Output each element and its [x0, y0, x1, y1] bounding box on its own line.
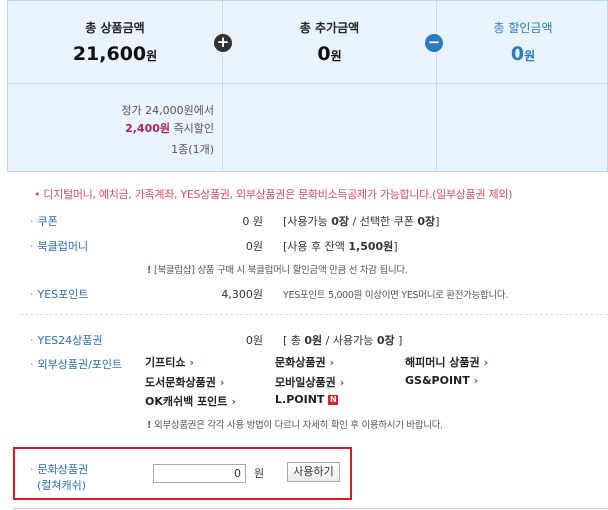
lpoint-link[interactable]: L.POINT N: [275, 393, 339, 406]
total-product-title: 총 상품금액: [85, 21, 145, 35]
summary-column-divider: [436, 83, 437, 172]
happy-money-link[interactable]: 해피머니 상품권 ›: [405, 354, 488, 370]
culture-voucher-label: 문화상품권: [30, 461, 89, 477]
yes-point-label[interactable]: YES포인트: [30, 286, 89, 302]
coupon-info: [사용가능 0장 / 선택한 쿠폰 0장]: [283, 215, 440, 228]
yes-point-amount: 4,300원: [221, 288, 263, 301]
gs-point-link[interactable]: GS&POINT ›: [405, 374, 478, 387]
bookclub-money-info: [사용 후 잔액 1,500원]: [283, 240, 398, 253]
culture-cash-label: (컬쳐캐쉬): [37, 479, 87, 492]
summary-divider: [8, 83, 607, 84]
yes-point-info: YES포인트 5,000원 이상이면 YES머니로 환전가능합니다.: [283, 290, 509, 301]
bottom-divider: [13, 508, 608, 509]
use-culture-voucher-button[interactable]: 사용하기: [287, 462, 340, 482]
book-culture-voucher-link[interactable]: 도서문화상품권 ›: [145, 374, 224, 390]
culture-voucher-link[interactable]: 문화상품권 ›: [275, 354, 334, 370]
ok-cashbag-link[interactable]: OK캐쉬백 포인트 ›: [145, 393, 236, 409]
bookclub-money-label[interactable]: 북클럽머니: [30, 238, 89, 254]
coupon-amount: 0 원: [242, 215, 263, 228]
giftishow-link[interactable]: 기프티쇼 ›: [145, 354, 194, 370]
total-extra-title: 총 추가금액: [299, 21, 360, 35]
culture-voucher-unit: 원: [254, 467, 265, 480]
external-voucher-label: 외부상품권/포인트: [30, 356, 123, 372]
chevron-right-icon: ›: [219, 376, 225, 389]
info-icon: !: [147, 420, 152, 431]
culture-voucher-amount-input[interactable]: [153, 464, 246, 483]
chevron-right-icon: ›: [329, 356, 335, 369]
chevron-right-icon: ›: [473, 374, 479, 387]
yes24-voucher-label[interactable]: YES24상품권: [30, 332, 103, 348]
chevron-right-icon: ›: [189, 356, 195, 369]
item-count-detail: 1종(1개): [171, 143, 214, 156]
external-voucher-note: ! 외부상품권은 각각 사용 방법이 다르니 자세히 확인 후 이용하시기 바랍니…: [147, 420, 443, 431]
total-extra-amount-column: 총 추가금액 0원: [222, 1, 436, 83]
bookclub-money-amount: 0원: [245, 240, 263, 253]
mobile-voucher-link[interactable]: 모바일상품권 ›: [275, 374, 344, 390]
total-product-value: 21,600원: [72, 43, 158, 65]
total-discount-amount-column: 총 할인금액 0원: [436, 1, 608, 83]
coupon-label[interactable]: 쿠폰: [30, 213, 58, 229]
chevron-right-icon: ›: [483, 356, 489, 369]
total-product-amount-column: 총 상품금액 21,600원: [8, 1, 222, 83]
bookclub-note: ! [북클럽샵] 상품 구매 시 북클럽머니 할인금액 만큼 선 차감 됩니다.: [147, 265, 408, 276]
section-divider: [20, 314, 608, 315]
instant-discount-detail: 2,400원 즉시할인: [125, 122, 214, 135]
order-summary-box: 총 상품금액 21,600원 총 추가금액 0원 총 할인금액 0원 + − 정…: [7, 0, 608, 172]
cultural-deduction-notice: • 디지털머니, 예치금, 가족계좌, YES상품권, 외부상품권은 문화비소득…: [34, 188, 513, 201]
info-icon: !: [147, 265, 152, 276]
yes24-voucher-amount: 0원: [245, 334, 263, 347]
total-discount-value: 0원: [510, 43, 536, 65]
summary-column-divider: [222, 83, 223, 172]
total-extra-value: 0원: [317, 43, 342, 65]
plus-icon: +: [214, 34, 232, 52]
total-discount-title: 총 할인금액: [493, 21, 553, 35]
minus-icon: −: [425, 34, 443, 52]
chevron-right-icon: ›: [339, 376, 345, 389]
yes24-voucher-info: [ 총 0원 / 사용가능 0장 ]: [283, 334, 403, 347]
chevron-right-icon: ›: [231, 395, 236, 408]
list-price-detail: 정가 24,000원에서: [121, 104, 214, 117]
lpoint-new-badge-icon: N: [328, 395, 339, 405]
